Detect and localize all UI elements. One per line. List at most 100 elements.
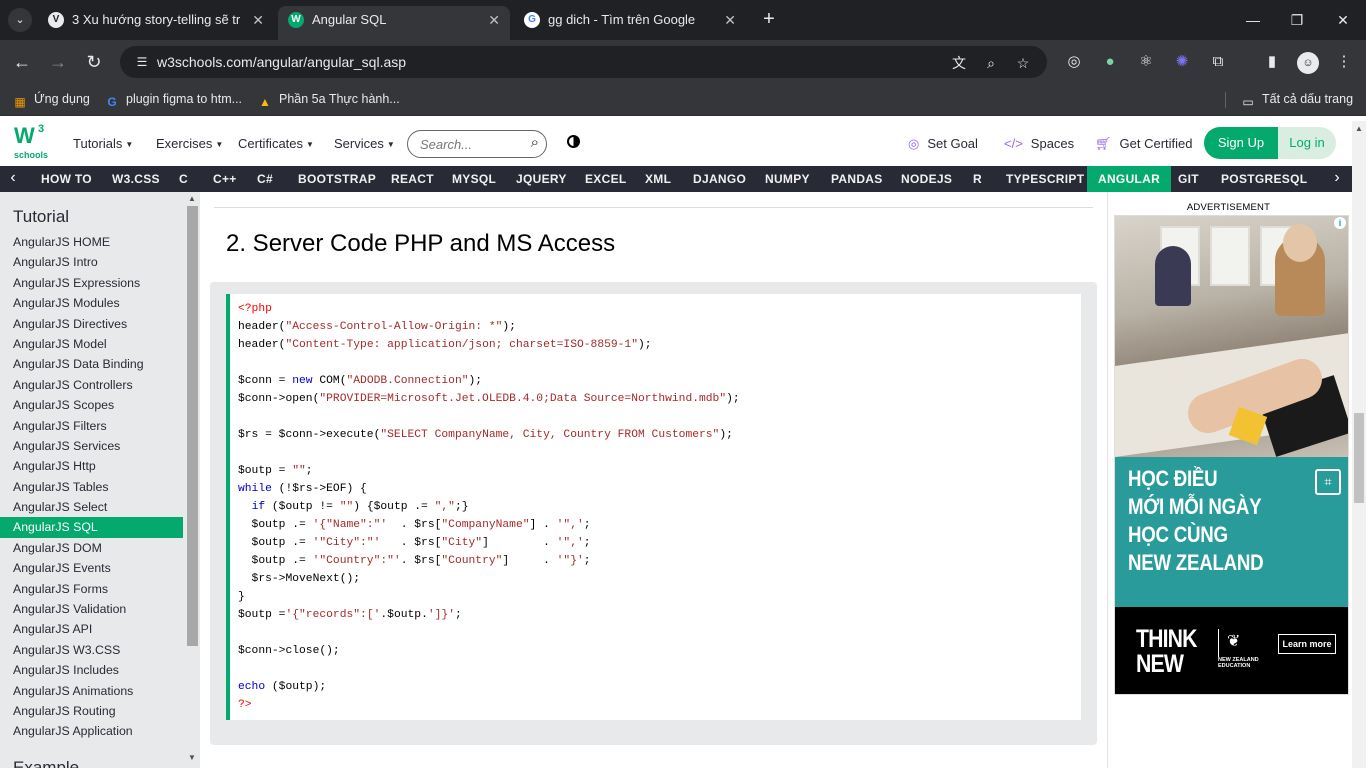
- all-bookmarks[interactable]: ▭ Tất cả dấu trang: [1240, 92, 1353, 110]
- subject-link-typescript[interactable]: TYPESCRIPT: [995, 166, 1095, 192]
- profile-avatar[interactable]: ☺: [1297, 52, 1319, 74]
- menu-tutorials[interactable]: Tutorials ▼: [73, 136, 133, 151]
- extension-icon[interactable]: ●: [1100, 52, 1120, 72]
- subject-link-bootstrap[interactable]: BOOTSTRAP: [287, 166, 387, 192]
- sign-up-button[interactable]: Sign Up: [1204, 127, 1278, 159]
- sidebar-item[interactable]: AngularJS HOME: [0, 232, 183, 252]
- sidebar-item[interactable]: AngularJS Animations: [0, 681, 183, 701]
- sidebar-item[interactable]: AngularJS API: [0, 619, 183, 639]
- menu-services[interactable]: Services ▼: [334, 136, 395, 151]
- subject-link-postgresql[interactable]: POSTGRESQL: [1210, 166, 1318, 192]
- adchoices-icon[interactable]: i: [1334, 217, 1346, 229]
- translate-icon[interactable]: 文: [950, 54, 968, 72]
- sidebar-item[interactable]: AngularJS Modules: [0, 293, 183, 313]
- scroll-up-icon[interactable]: ▲: [1355, 124, 1363, 133]
- subject-link-mysql[interactable]: MYSQL: [441, 166, 507, 192]
- forward-button[interactable]: →: [46, 50, 70, 74]
- react-extension-icon[interactable]: ⚛: [1136, 52, 1156, 72]
- sidebar-item[interactable]: AngularJS Expressions: [0, 273, 183, 293]
- subject-link-django[interactable]: DJANGO: [682, 166, 757, 192]
- subject-link-c[interactable]: C#: [246, 166, 284, 192]
- sidebar-item[interactable]: AngularJS Validation: [0, 599, 183, 619]
- sidebar-item[interactable]: AngularJS Filters: [0, 416, 183, 436]
- browser-menu-icon[interactable]: ⋮: [1334, 52, 1354, 72]
- subject-link-how-to[interactable]: HOW TO: [30, 166, 103, 192]
- zoom-icon[interactable]: ⌕: [982, 54, 1000, 72]
- sidebar-item[interactable]: AngularJS Data Binding: [0, 354, 183, 374]
- bookmark-star-icon[interactable]: ☆: [1014, 54, 1032, 72]
- gear-extension-icon[interactable]: ✺: [1172, 52, 1192, 72]
- new-tab-button[interactable]: +: [758, 8, 780, 30]
- subject-link-jquery[interactable]: JQUERY: [505, 166, 578, 192]
- close-window-button[interactable]: ✕: [1330, 8, 1356, 32]
- tab-search-button[interactable]: ⌄: [8, 8, 32, 32]
- search-input[interactable]: [420, 135, 516, 153]
- subject-link-git[interactable]: GIT: [1167, 166, 1210, 192]
- subject-link-nodejs[interactable]: NODEJS: [890, 166, 963, 192]
- sidebar-item[interactable]: AngularJS SQL: [0, 517, 183, 538]
- menu-certificates[interactable]: Certificates ▼: [238, 136, 314, 151]
- sidebar-item[interactable]: AngularJS Http: [0, 456, 183, 476]
- browser-tab[interactable]: W Angular SQL ✕: [278, 6, 510, 40]
- sidebar-item[interactable]: AngularJS Routing: [0, 701, 183, 721]
- subject-link-xml[interactable]: XML: [634, 166, 682, 192]
- sidebar-item[interactable]: AngularJS W3.CSS: [0, 640, 183, 660]
- url-text[interactable]: w3schools.com/angular/angular_sql.asp: [157, 54, 406, 70]
- bookmark-figma[interactable]: Gplugin figma to htm...: [104, 92, 242, 110]
- sidebar-item[interactable]: AngularJS DOM: [0, 538, 183, 558]
- learn-more-button[interactable]: Learn more: [1278, 634, 1336, 654]
- browser-tab[interactable]: V 3 Xu hướng story-telling sẽ trở ✕: [38, 6, 274, 40]
- extensions-puzzle-icon[interactable]: ⧉: [1208, 52, 1228, 72]
- set-goal-link[interactable]: ◎ Set Goal: [908, 136, 978, 152]
- search-icon[interactable]: ⌕: [531, 134, 539, 151]
- sidebar-item[interactable]: AngularJS Model: [0, 334, 183, 354]
- sidebar-item[interactable]: AngularJS Select: [0, 497, 183, 517]
- sidebar-item[interactable]: AngularJS Intro: [0, 252, 183, 272]
- w3schools-logo[interactable]: W 3 schools: [14, 123, 48, 161]
- subject-link-react[interactable]: REACT: [380, 166, 445, 192]
- page-scrollbar[interactable]: ▲: [1352, 121, 1366, 768]
- reload-button[interactable]: ↻: [82, 50, 106, 74]
- close-tab-icon[interactable]: ✕: [252, 6, 264, 34]
- restore-button[interactable]: ❐: [1284, 8, 1310, 32]
- subject-link-numpy[interactable]: NUMPY: [754, 166, 821, 192]
- browser-tab[interactable]: Ggg dich - Tìm trên Google ✕: [514, 6, 746, 40]
- subject-link-c[interactable]: C: [168, 166, 199, 192]
- sidebar-scrollbar[interactable]: ▲ ▼: [186, 192, 198, 768]
- spaces-link[interactable]: </> Spaces: [1004, 136, 1074, 151]
- subject-link-c[interactable]: C++: [202, 166, 248, 192]
- sidebar-item[interactable]: AngularJS Includes: [0, 660, 183, 680]
- omnibox[interactable]: ☰ w3schools.com/angular/angular_sql.asp …: [120, 46, 1047, 78]
- subject-link-w3-css[interactable]: W3.CSS: [101, 166, 171, 192]
- subject-link-r[interactable]: R: [962, 166, 993, 192]
- subject-link-angular[interactable]: ANGULAR: [1087, 166, 1172, 192]
- sidebar-item[interactable]: AngularJS Forms: [0, 579, 183, 599]
- sidebar-item[interactable]: AngularJS Services: [0, 436, 183, 456]
- minimize-button[interactable]: —: [1240, 8, 1266, 32]
- bookmark-apps[interactable]: ▦ Ứng dụng: [12, 92, 90, 110]
- sidebar-item[interactable]: AngularJS Controllers: [0, 375, 183, 395]
- site-info-icon[interactable]: ☰: [134, 54, 150, 70]
- subject-link-excel[interactable]: EXCEL: [574, 166, 638, 192]
- sidebar-item[interactable]: AngularJS Tables: [0, 477, 183, 497]
- scroll-down-icon[interactable]: ▼: [188, 753, 196, 762]
- log-in-button[interactable]: Log in: [1278, 127, 1336, 159]
- sidebar-item[interactable]: AngularJS Application: [0, 721, 183, 741]
- subject-link-pandas[interactable]: PANDAS: [820, 166, 894, 192]
- chevron-right-icon[interactable]: ›: [1324, 166, 1350, 192]
- sidebar-item[interactable]: AngularJS Events: [0, 558, 183, 578]
- scroll-up-icon[interactable]: ▲: [188, 194, 196, 203]
- back-button[interactable]: ←: [10, 50, 34, 74]
- get-certified-link[interactable]: 🛒︎ Get Certified: [1095, 136, 1193, 152]
- sidebar-scroll-thumb[interactable]: [187, 206, 198, 646]
- compass-extension-icon[interactable]: ◎: [1064, 52, 1084, 72]
- sidebar-item[interactable]: AngularJS Scopes: [0, 395, 183, 415]
- menu-exercises[interactable]: Exercises ▼: [156, 136, 223, 151]
- sidebar-item[interactable]: AngularJS Directives: [0, 314, 183, 334]
- dark-mode-toggle-icon[interactable]: [567, 135, 580, 148]
- page-scroll-thumb[interactable]: [1354, 413, 1364, 503]
- chevron-left-icon[interactable]: ‹: [0, 166, 26, 192]
- close-tab-icon[interactable]: ✕: [724, 6, 736, 34]
- close-tab-icon[interactable]: ✕: [488, 6, 500, 34]
- advertisement-banner[interactable]: HỌC ĐIỀU MỚI MỖI NGÀY HỌC CÙNG NEW ZEALA…: [1114, 215, 1349, 695]
